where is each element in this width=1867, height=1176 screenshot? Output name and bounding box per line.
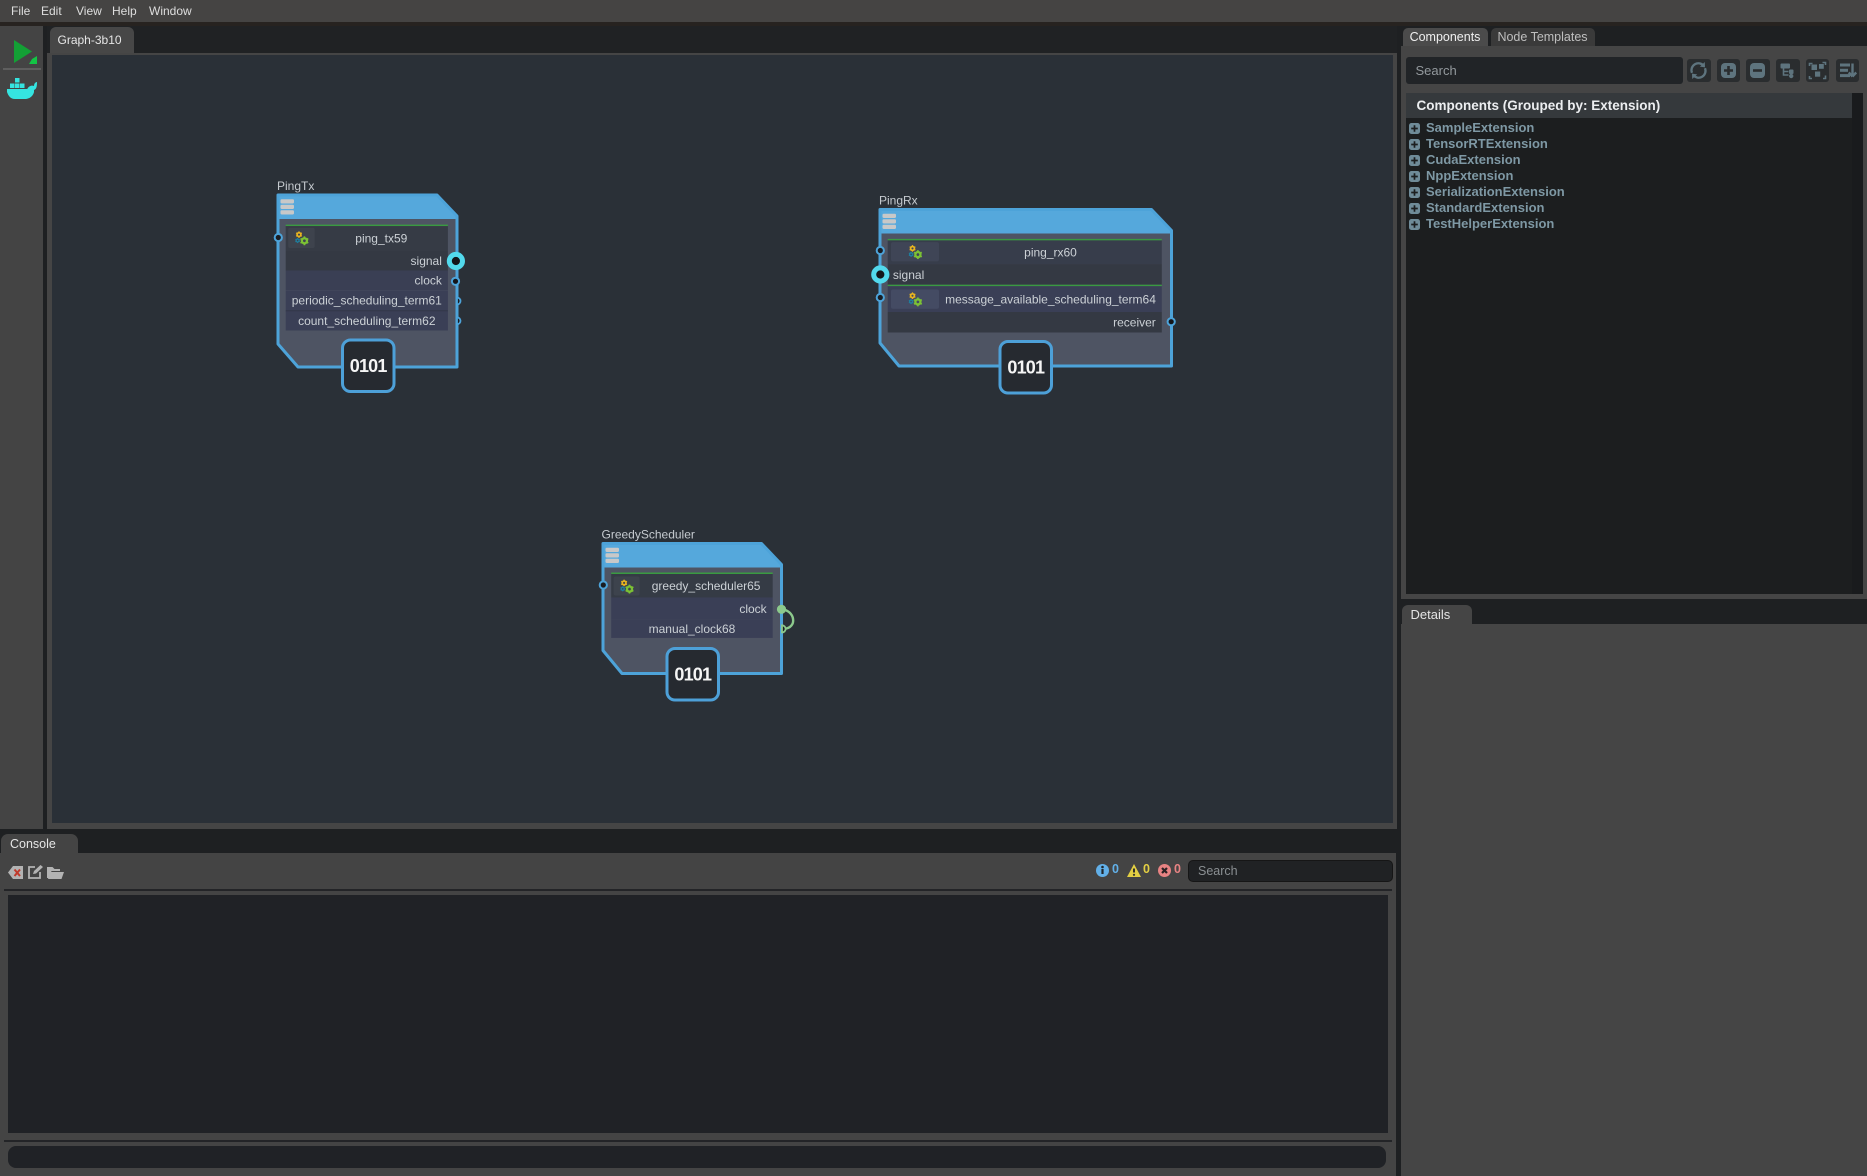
svg-text:clock: clock: [414, 274, 442, 288]
svg-text:message_available_scheduling_t: message_available_scheduling_term64: [945, 292, 1156, 306]
svg-text:0101: 0101: [349, 356, 387, 376]
svg-text:PingTx: PingTx: [277, 179, 314, 193]
svg-text:count_scheduling_term62: count_scheduling_term62: [298, 314, 436, 328]
svg-text:manual_clock68: manual_clock68: [648, 622, 735, 636]
svg-text:GreedyScheduler: GreedyScheduler: [601, 528, 694, 542]
svg-text:signal: signal: [410, 254, 441, 268]
svg-text:periodic_scheduling_term61: periodic_scheduling_term61: [291, 294, 441, 308]
svg-text:signal: signal: [892, 268, 923, 282]
svg-text:0101: 0101: [1007, 358, 1045, 378]
svg-text:clock: clock: [739, 602, 767, 616]
svg-text:ping_rx60: ping_rx60: [1024, 245, 1077, 259]
svg-text:0101: 0101: [674, 665, 712, 685]
svg-text:greedy_scheduler65: greedy_scheduler65: [651, 579, 760, 593]
svg-text:PingRx: PingRx: [879, 194, 918, 208]
svg-text:ping_tx59: ping_tx59: [355, 232, 407, 246]
svg-text:receiver: receiver: [1113, 316, 1156, 330]
